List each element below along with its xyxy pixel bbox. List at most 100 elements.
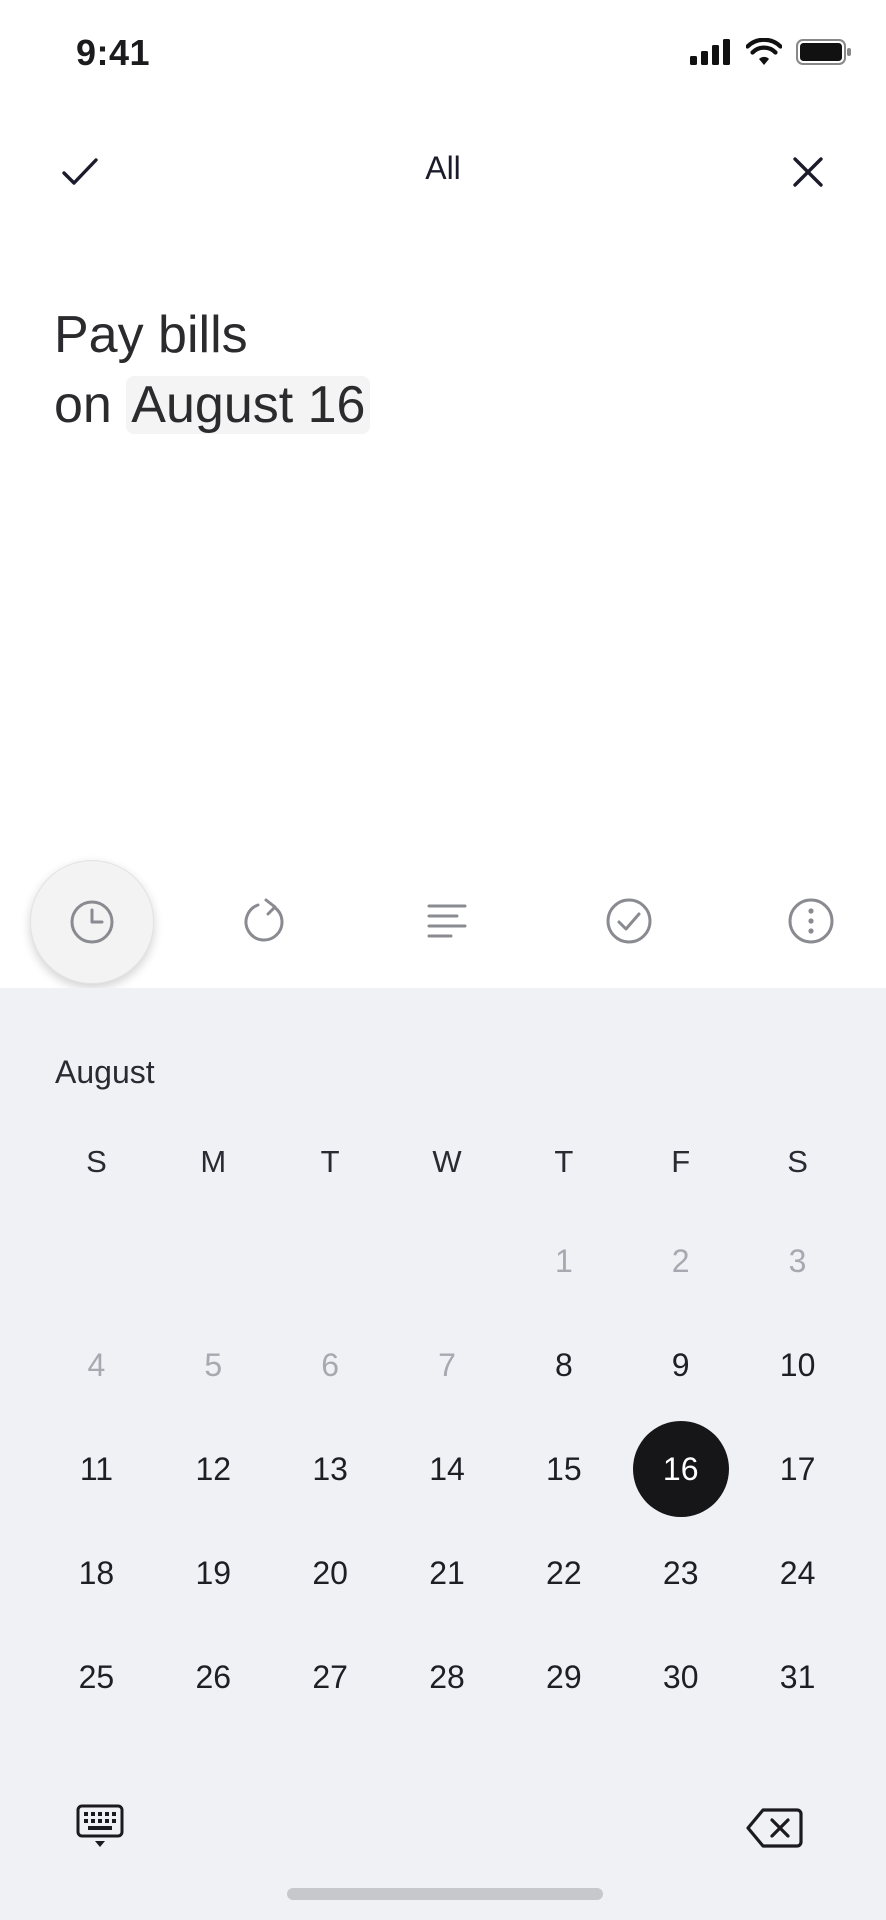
calendar-day[interactable]: 20 — [272, 1521, 389, 1625]
day-number: 21 — [429, 1554, 465, 1591]
day-number: 12 — [195, 1450, 232, 1487]
calendar-day[interactable]: 19 — [155, 1521, 272, 1625]
day-number: 23 — [662, 1554, 699, 1591]
calendar-day[interactable]: 3 — [739, 1209, 856, 1313]
status-time: 9:41 — [76, 32, 151, 73]
day-number — [48, 1213, 144, 1309]
weekday-label: T — [554, 1144, 574, 1179]
calendar-day[interactable]: 15 — [505, 1417, 622, 1521]
day-number — [165, 1213, 261, 1309]
status-icons — [690, 37, 852, 71]
calendar-day[interactable]: 12 — [155, 1417, 272, 1521]
calendar-day[interactable]: 26 — [155, 1625, 272, 1729]
day-number: 24 — [779, 1554, 816, 1591]
cellular-signal-icon — [690, 38, 732, 70]
day-number: 3 — [788, 1242, 807, 1279]
calendar-day-selected[interactable]: 16 — [622, 1417, 739, 1521]
calendar-day[interactable]: 2 — [622, 1209, 739, 1313]
calendar-day[interactable]: 21 — [389, 1521, 506, 1625]
calendar-day[interactable]: 28 — [389, 1625, 506, 1729]
weekday-label: F — [671, 1144, 691, 1179]
day-number: 22 — [546, 1554, 582, 1591]
keyboard-icon — [76, 1804, 124, 1847]
day-number: 5 — [204, 1346, 223, 1383]
day-number — [282, 1213, 378, 1309]
clock-icon — [70, 900, 114, 944]
day-number: 7 — [438, 1346, 456, 1383]
date-prefix: on — [54, 376, 112, 434]
day-number: 19 — [195, 1554, 232, 1591]
day-number: 27 — [312, 1658, 348, 1695]
day-number: 10 — [779, 1346, 816, 1383]
due-date-button[interactable] — [30, 860, 154, 984]
calendar-day[interactable]: 6 — [272, 1313, 389, 1417]
calendar-day[interactable]: 10 — [739, 1313, 856, 1417]
calendar-day[interactable]: 31 — [739, 1625, 856, 1729]
day-number: 31 — [779, 1658, 816, 1695]
calendar-day[interactable]: 18 — [38, 1521, 155, 1625]
delete-button[interactable] — [740, 1802, 808, 1854]
calendar-empty-cell — [155, 1209, 272, 1313]
calendar-day[interactable]: 30 — [622, 1625, 739, 1729]
calendar-day[interactable]: 22 — [505, 1521, 622, 1625]
delete-backspace-icon — [746, 1808, 803, 1848]
calendar-day[interactable]: 5 — [155, 1313, 272, 1417]
calendar-day[interactable]: 25 — [38, 1625, 155, 1729]
day-number: 30 — [662, 1658, 699, 1695]
date-picker-panel: August S M T W T F S 1 2 3 4 5 6 7 8 9 1… — [0, 988, 886, 1920]
task-date-line: on August 16 — [54, 370, 371, 440]
date-token[interactable]: August 16 — [126, 376, 371, 434]
day-number: 20 — [312, 1554, 348, 1591]
weekday-label: W — [432, 1144, 462, 1179]
calendar-day[interactable]: 17 — [739, 1417, 856, 1521]
more-button[interactable] — [750, 860, 872, 982]
close-icon — [793, 157, 823, 187]
calendar-day[interactable]: 27 — [272, 1625, 389, 1729]
calendar-day[interactable]: 11 — [38, 1417, 155, 1521]
calendar-day[interactable]: 29 — [505, 1625, 622, 1729]
day-number: 17 — [779, 1450, 816, 1487]
month-label: August — [55, 1054, 155, 1090]
calendar-day[interactable]: 14 — [389, 1417, 506, 1521]
calendar-day[interactable]: 4 — [38, 1313, 155, 1417]
task-input[interactable]: Pay bills on August 16 — [54, 300, 371, 440]
day-number: 6 — [321, 1346, 340, 1383]
day-number: 18 — [78, 1554, 115, 1591]
calendar-empty-cell — [389, 1209, 506, 1313]
repeat-icon — [244, 898, 284, 942]
wifi-icon — [745, 37, 783, 71]
calendar-day[interactable]: 9 — [622, 1313, 739, 1417]
day-number: 1 — [554, 1242, 573, 1279]
toolbar — [0, 860, 886, 990]
subtasks-button[interactable] — [568, 860, 690, 982]
top-nav: All — [0, 128, 886, 216]
weekday-label: S — [86, 1144, 107, 1179]
battery-icon — [796, 38, 852, 71]
day-number: 29 — [546, 1658, 582, 1695]
list-title: All — [425, 150, 461, 186]
day-number: 9 — [671, 1346, 690, 1383]
day-number: 8 — [554, 1346, 573, 1383]
notes-icon — [427, 904, 467, 938]
calendar-day[interactable]: 23 — [622, 1521, 739, 1625]
task-title: Pay bills — [54, 306, 248, 364]
day-number — [399, 1213, 495, 1309]
calendar-empty-cell — [272, 1209, 389, 1313]
day-number: 28 — [429, 1658, 465, 1695]
day-number: 15 — [546, 1450, 582, 1487]
day-number: 16 — [632, 1421, 729, 1517]
repeat-button[interactable] — [204, 860, 326, 982]
day-number: 26 — [195, 1658, 232, 1695]
calendar-grid: 1 2 3 4 5 6 7 8 9 10 11 12 13 14 15 16 1… — [38, 1209, 856, 1729]
show-keyboard-button[interactable] — [70, 1802, 130, 1852]
weekday-label: M — [200, 1144, 227, 1179]
notes-button[interactable] — [386, 860, 508, 982]
status-bar: 9:41 — [0, 0, 886, 108]
calendar-day[interactable]: 8 — [505, 1313, 622, 1417]
calendar-day[interactable]: 13 — [272, 1417, 389, 1521]
calendar-day[interactable]: 24 — [739, 1521, 856, 1625]
calendar-day[interactable]: 7 — [389, 1313, 506, 1417]
calendar-day[interactable]: 1 — [505, 1209, 622, 1313]
close-button[interactable] — [778, 142, 838, 202]
home-indicator — [287, 1888, 603, 1900]
